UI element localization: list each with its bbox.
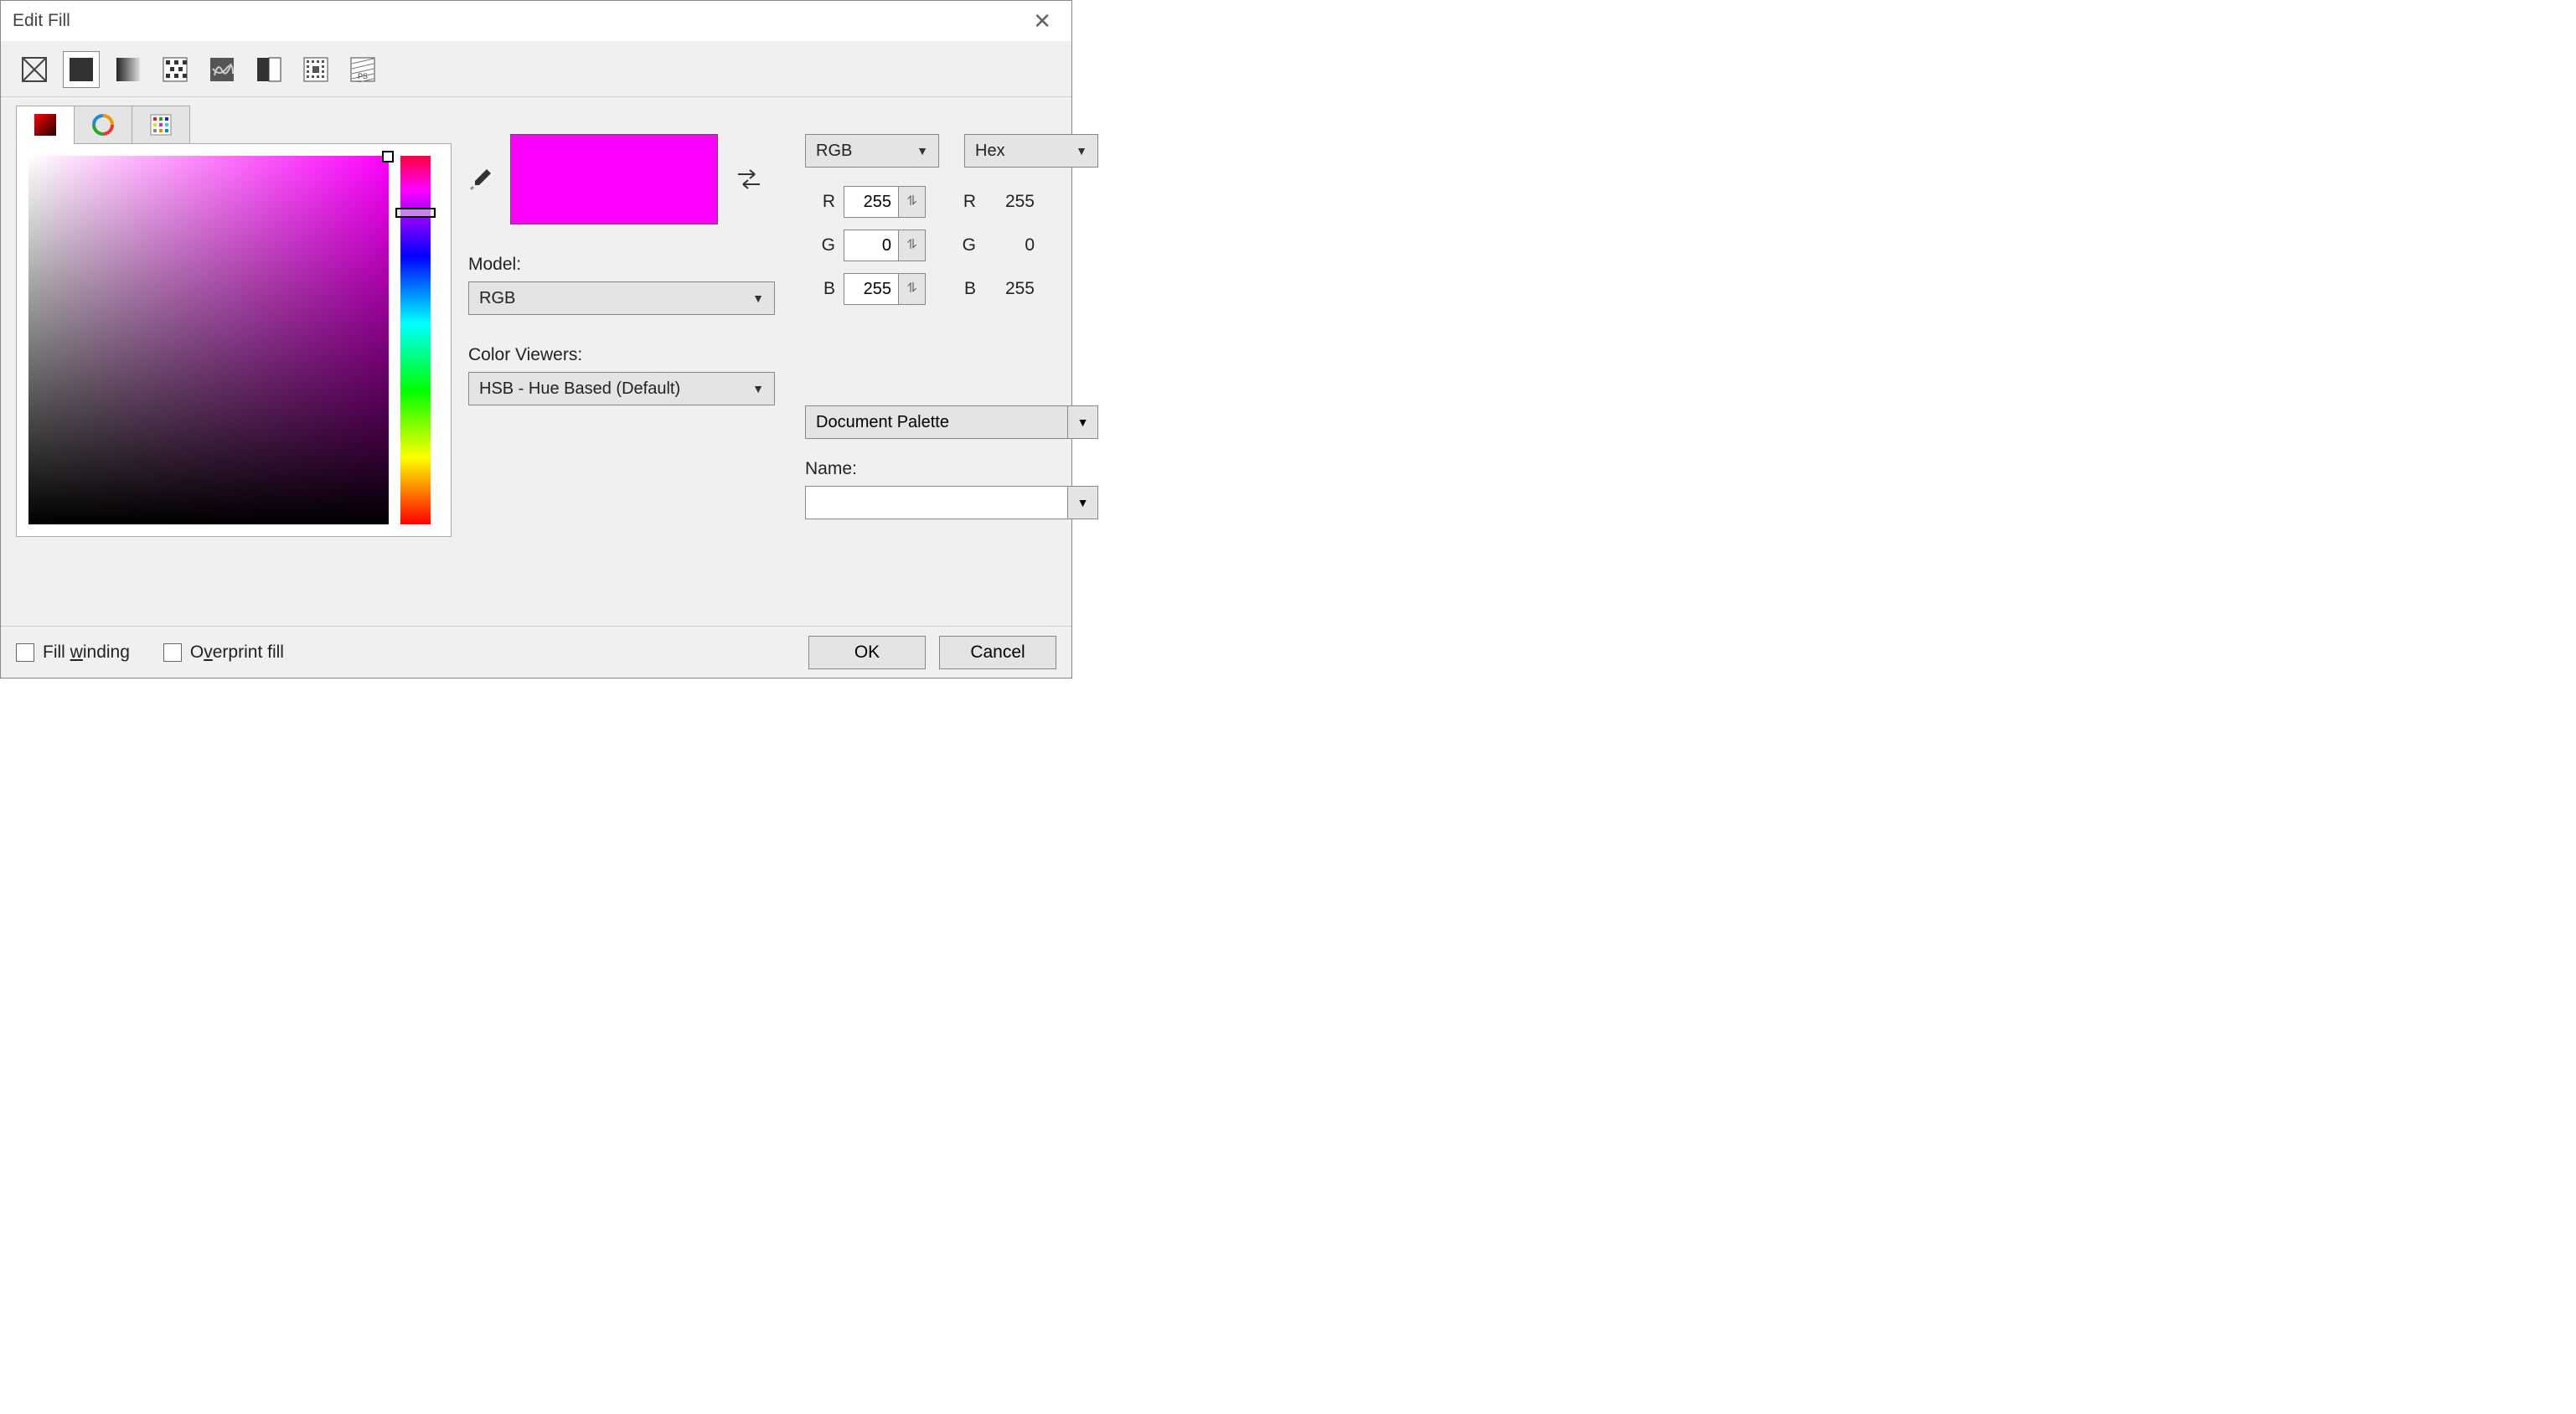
spinner-handle-icon[interactable]: ⥮: [898, 230, 925, 261]
overprint-fill-label: Overprint fill: [190, 642, 284, 663]
hex-label-b: B: [926, 279, 984, 299]
spinner-handle-icon[interactable]: ⥮: [898, 274, 925, 304]
color-picker-frame: [16, 143, 452, 537]
hex-label-r: R: [926, 192, 984, 212]
tab-palette-swatches[interactable]: [132, 106, 190, 144]
color-name-input[interactable]: [805, 486, 1068, 519]
color-space-dropdown[interactable]: RGB ▼: [805, 134, 939, 168]
texture-fill-button[interactable]: [297, 51, 334, 88]
channel-spinner-b[interactable]: ⥮: [844, 273, 926, 305]
close-icon[interactable]: ✕: [1025, 5, 1060, 38]
palette-dropdown[interactable]: Document Palette ▼: [805, 405, 1098, 439]
fountain-fill-button[interactable]: [110, 51, 147, 88]
titlebar: Edit Fill ✕: [1, 1, 1071, 41]
dialog-title: Edit Fill: [13, 11, 70, 31]
hex-dropdown[interactable]: Hex ▼: [964, 134, 1098, 168]
channel-label-b: B: [805, 279, 844, 299]
fill-winding-checkbox[interactable]: Fill winding: [16, 642, 130, 663]
overprint-fill-checkbox[interactable]: Overprint fill: [163, 642, 284, 663]
ok-button[interactable]: OK: [808, 636, 926, 669]
chevron-down-icon[interactable]: ▼: [1068, 486, 1098, 519]
dialog-footer: Fill winding Overprint fill OK Cancel: [1, 626, 1071, 678]
fill-winding-label: Fill winding: [43, 642, 130, 663]
tab-color-wheel[interactable]: [74, 106, 132, 144]
hex-value-g: 0: [984, 235, 1035, 255]
channel-label-g: G: [805, 235, 844, 255]
chevron-down-icon[interactable]: ▼: [1068, 405, 1098, 439]
two-color-pattern-button[interactable]: [250, 51, 287, 88]
chevron-down-icon: ▼: [752, 292, 764, 305]
eyedropper-icon[interactable]: [468, 167, 493, 192]
chevron-down-icon: ▼: [916, 144, 928, 157]
saturation-value-picker[interactable]: [28, 156, 389, 524]
hex-label-g: G: [926, 235, 984, 255]
postscript-fill-button[interactable]: PS: [344, 51, 381, 88]
channel-spinner-g[interactable]: ⥮: [844, 230, 926, 261]
color-viewers-value: HSB - Hue Based (Default): [479, 379, 680, 399]
channel-row-r: R ⥮ R 255: [805, 186, 1098, 218]
values-column: RGB ▼ Hex ▼ R ⥮ R 255: [805, 106, 1098, 626]
hex-value-b: 255: [984, 279, 1035, 299]
checkbox-box[interactable]: [16, 643, 34, 662]
hue-slider[interactable]: [400, 156, 431, 524]
swap-colors-icon[interactable]: [735, 168, 763, 191]
tab-color-sliders[interactable]: [16, 106, 75, 144]
svg-text:PS: PS: [358, 72, 368, 80]
hue-slider-thumb[interactable]: [395, 208, 436, 218]
checkbox-box[interactable]: [163, 643, 182, 662]
chevron-down-icon: ▼: [1076, 144, 1087, 157]
current-color-swatch[interactable]: [510, 134, 718, 224]
channel-row-b: B ⥮ B 255: [805, 273, 1098, 305]
color-viewers-dropdown[interactable]: HSB - Hue Based (Default) ▼: [468, 372, 775, 405]
bitmap-pattern-button[interactable]: [204, 51, 240, 88]
spinner-handle-icon[interactable]: ⥮: [898, 187, 925, 217]
name-combo: ▼: [805, 486, 1098, 519]
hex-dropdown-value: Hex: [975, 142, 1005, 161]
fill-type-toolbar: PS: [1, 41, 1071, 97]
dialog-body: Model: RGB ▼ Color Viewers: HSB - Hue Ba…: [1, 97, 1071, 626]
channel-input-g[interactable]: [844, 230, 898, 261]
channel-input-r[interactable]: [844, 187, 898, 217]
channel-rows: R ⥮ R 255 G ⥮ G 0: [805, 186, 1098, 305]
channel-spinner-r[interactable]: ⥮: [844, 186, 926, 218]
vector-pattern-button[interactable]: [157, 51, 194, 88]
picker-tabs: [16, 106, 452, 144]
channel-input-b[interactable]: [844, 274, 898, 304]
uniform-fill-button[interactable]: [63, 51, 100, 88]
color-picker-column: [16, 106, 452, 626]
no-fill-button[interactable]: [16, 51, 53, 88]
hex-value-r: 255: [984, 192, 1035, 212]
name-label: Name:: [805, 459, 1098, 479]
channel-row-g: G ⥮ G 0: [805, 230, 1098, 261]
swatch-row: [468, 134, 775, 224]
cancel-button[interactable]: Cancel: [939, 636, 1056, 669]
model-dropdown-value: RGB: [479, 289, 515, 308]
palette-value: Document Palette: [805, 405, 1068, 439]
edit-fill-dialog: Edit Fill ✕: [0, 0, 1072, 679]
color-viewers-label: Color Viewers:: [468, 345, 775, 365]
chevron-down-icon: ▼: [752, 382, 764, 395]
model-label: Model:: [468, 255, 775, 275]
sv-cursor[interactable]: [382, 151, 394, 163]
model-dropdown[interactable]: RGB ▼: [468, 281, 775, 315]
color-space-value: RGB: [816, 142, 852, 161]
model-column: Model: RGB ▼ Color Viewers: HSB - Hue Ba…: [452, 106, 775, 626]
channel-label-r: R: [805, 192, 844, 212]
